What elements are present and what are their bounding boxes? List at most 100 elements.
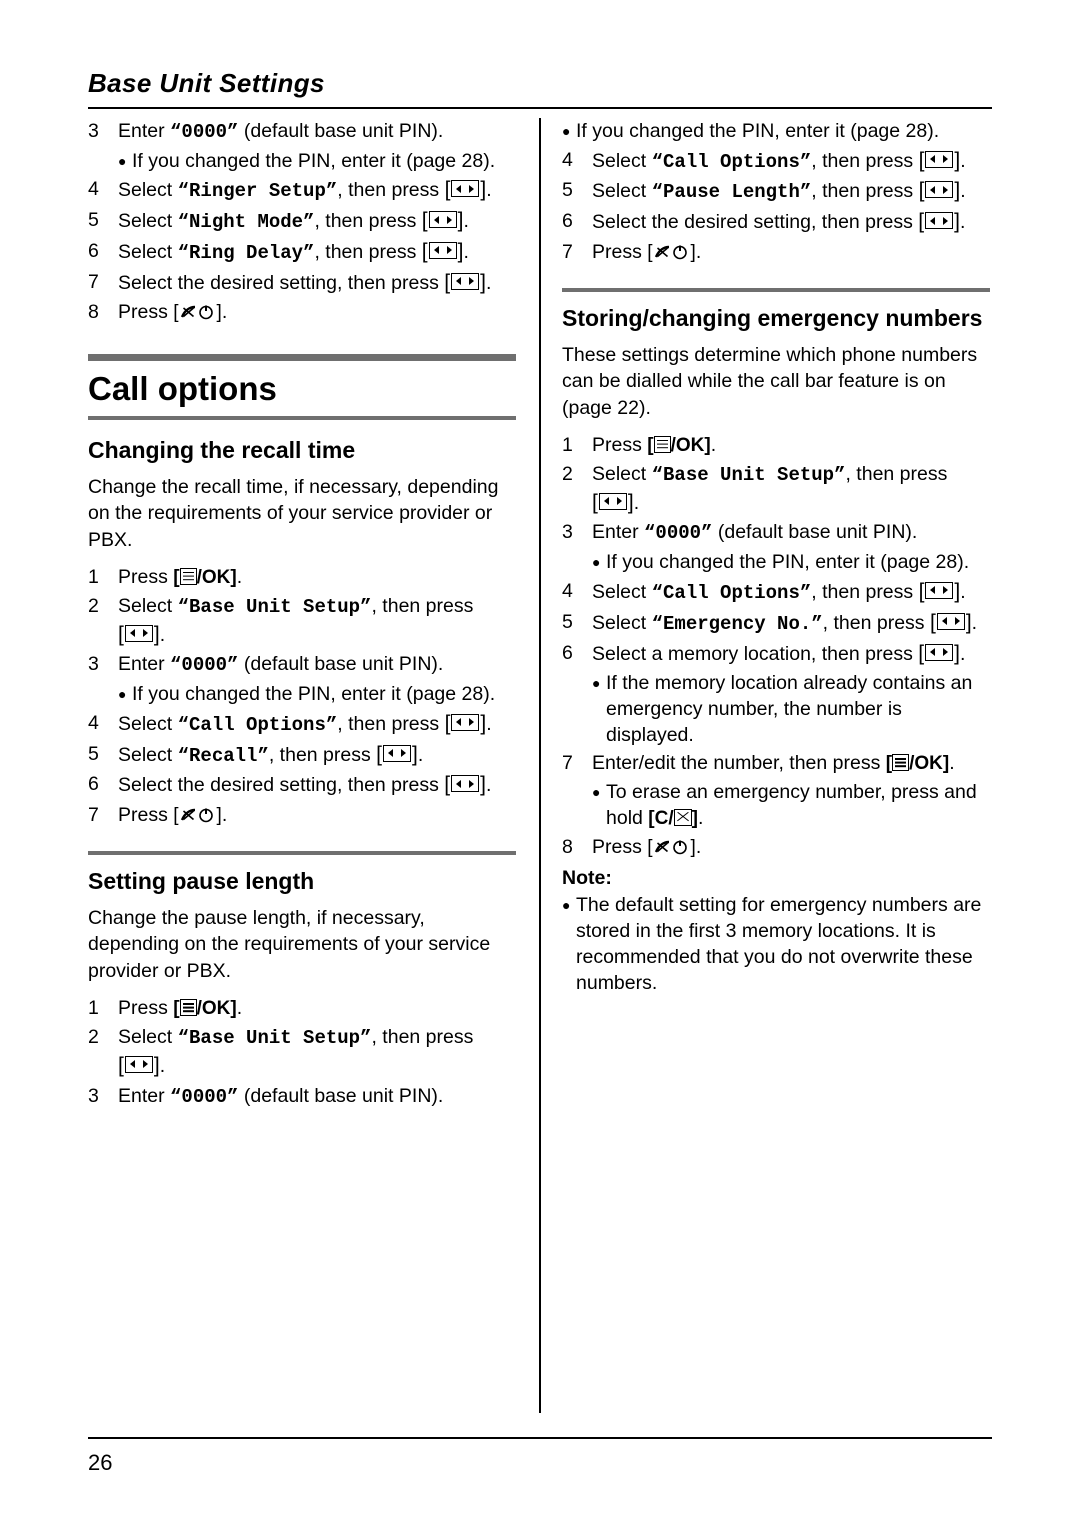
step-text-pre: Select: [118, 210, 178, 233]
step-text-post: , then press: [268, 743, 377, 766]
menu-ok-key-icon: [/OK]: [173, 567, 237, 589]
step-text-tail: .: [695, 835, 702, 858]
step-text-post: , then press: [314, 210, 422, 233]
step-number: 4: [562, 148, 573, 171]
step-text-pre: Enter: [592, 521, 645, 544]
step-text-tail: .: [959, 642, 966, 665]
page-number: 26: [88, 1450, 113, 1475]
step-text-tail: .: [463, 210, 469, 233]
step-text-tail: .: [960, 580, 966, 603]
clear-key-icon: [C/]: [648, 808, 698, 830]
navigator-key-icon: []: [918, 179, 961, 203]
step-item: 4 Select “Call Options”, then press [].: [562, 578, 990, 607]
step-number: 2: [562, 463, 573, 486]
menu-ok-key-icon: [/OK]: [647, 435, 711, 457]
left-column: 3 Enter “0000” (default base unit PIN). …: [88, 118, 516, 1112]
bullet-item: ● If you changed the PIN, enter it (page…: [592, 549, 990, 576]
step-text: Press [/OK].: [592, 432, 990, 459]
step-text-post: , then press: [822, 611, 930, 634]
chapter-rule-top: [88, 354, 516, 362]
step-text-value: “Ring Delay”: [177, 242, 315, 265]
step-text: Select “Night Mode”, then press [].: [118, 207, 516, 236]
step-text-pre: Select the desired setting, then press: [592, 211, 919, 234]
step-text-value: “0000”: [170, 121, 239, 143]
step-text-tail: .: [485, 774, 492, 797]
step-number: 1: [562, 434, 573, 457]
step-number: 1: [88, 997, 99, 1020]
step-text-pre: Press: [592, 240, 648, 263]
step-item: 6 Select the desired setting, then press…: [562, 208, 990, 237]
section-title-emergency-numbers: Storing/changing emergency numbers: [562, 304, 983, 331]
step-number: 5: [88, 742, 99, 765]
bullet-text: If you changed the PIN, enter it (page 2…: [576, 120, 940, 142]
step-item: 5 Select “Pause Length”, then press [].: [562, 177, 990, 206]
step-text-pre: Select a memory location, then press: [592, 642, 919, 665]
step-item: 1 Press [/OK].: [88, 564, 516, 591]
step-item: 7 Enter/edit the number, then press [/OK…: [562, 750, 990, 777]
step-text-value: “Emergency No.”: [651, 612, 823, 635]
step-text-tail: .: [236, 997, 243, 1020]
power-off-key-icon: []: [173, 302, 222, 324]
navigator-key-icon: []: [592, 490, 634, 514]
step-number: 7: [562, 240, 573, 263]
step-text-value: “Pause Length”: [651, 181, 812, 204]
step-text-tail: .: [221, 301, 228, 324]
step-text-post: (default base unit PIN).: [712, 521, 918, 544]
step-item: 2 Select “Base Unit Setup”, then press […: [88, 1024, 516, 1080]
navigator-key-icon: []: [376, 742, 418, 766]
bullet-item: ● If you changed the PIN, enter it (page…: [118, 681, 516, 708]
navigator-key-icon: []: [918, 148, 961, 172]
step-number: 3: [88, 120, 99, 142]
navigator-key-icon: []: [118, 622, 160, 646]
step-item: 5 Select “Emergency No.”, then press [].: [562, 609, 990, 638]
bullet-item: ● If you changed the PIN, enter it (page…: [118, 148, 516, 175]
bullet-text: If you changed the PIN, enter it (page 2…: [132, 149, 496, 172]
step-item: 8 Press [].: [88, 299, 516, 326]
step-text-post: , then press: [845, 463, 948, 486]
power-off-key-icon: []: [647, 836, 696, 858]
step-item: 4 Select “Call Options”, then press [].: [88, 710, 516, 739]
step-text: Select “Base Unit Setup”, then press [].: [592, 461, 990, 517]
step-number: 3: [88, 1084, 99, 1107]
bullet-text: If you changed the PIN, enter it (page 2…: [606, 551, 970, 574]
step-text-tail: .: [949, 752, 955, 775]
power-off-key-icon: []: [173, 805, 222, 826]
navigator-key-icon: []: [918, 579, 961, 603]
bullet-item: ● To erase an emergency number, press an…: [592, 779, 990, 832]
step-number: 4: [562, 579, 573, 602]
step-number: 7: [88, 270, 99, 293]
step-item: 4 Select “Ringer Setup”, then press [].: [88, 176, 516, 205]
step-text: Select “Call Options”, then press [].: [592, 578, 990, 607]
step-text-tail: .: [463, 241, 469, 264]
step-number: 2: [88, 595, 99, 617]
note-title: Note:: [562, 866, 612, 889]
step-text: Enter “0000” (default base unit PIN).: [118, 118, 516, 146]
step-text: Enter “0000” (default base unit PIN).: [118, 1083, 516, 1111]
page-columns: 3 Enter “0000” (default base unit PIN). …: [88, 118, 992, 1418]
footer-divider: [88, 1437, 992, 1439]
step-text-post: , then press: [811, 580, 919, 603]
bullet-item: ● If the memory location already contain…: [592, 670, 990, 748]
step-text-value: “0000”: [170, 654, 239, 677]
step-text-value: “0000”: [644, 522, 713, 545]
step-text: Select “Recall”, then press [].: [118, 741, 516, 770]
bullet-dot-icon: ●: [592, 554, 601, 571]
step-number: 3: [88, 653, 99, 676]
step-number: 8: [562, 835, 573, 858]
step-item: 2 Select “Base Unit Setup”, then press […: [88, 593, 516, 649]
step-text-pre: Select: [118, 743, 178, 766]
step-text: Select “Ringer Setup”, then press [].: [118, 176, 516, 205]
section-body-emergency-numbers: These settings determine which phone num…: [562, 343, 978, 419]
step-item: 5 Select “Night Mode”, then press [].: [88, 207, 516, 236]
step-text-pre: Enter: [118, 120, 171, 142]
navigator-key-icon: []: [444, 773, 486, 797]
step-text: Select “Pause Length”, then press [].: [592, 177, 990, 206]
menu-ok-key-icon: [/OK]: [885, 753, 950, 775]
section-title-recall-time: Changing the recall time: [88, 436, 356, 463]
step-text: Select the desired setting, then press […: [592, 208, 990, 237]
step-text-pre: Enter: [118, 1084, 171, 1107]
bullet-text-post: .: [697, 807, 704, 830]
step-text-tail: .: [960, 149, 966, 172]
step-text-post: (default base unit PIN).: [238, 653, 444, 676]
step-number: 2: [88, 1026, 99, 1049]
